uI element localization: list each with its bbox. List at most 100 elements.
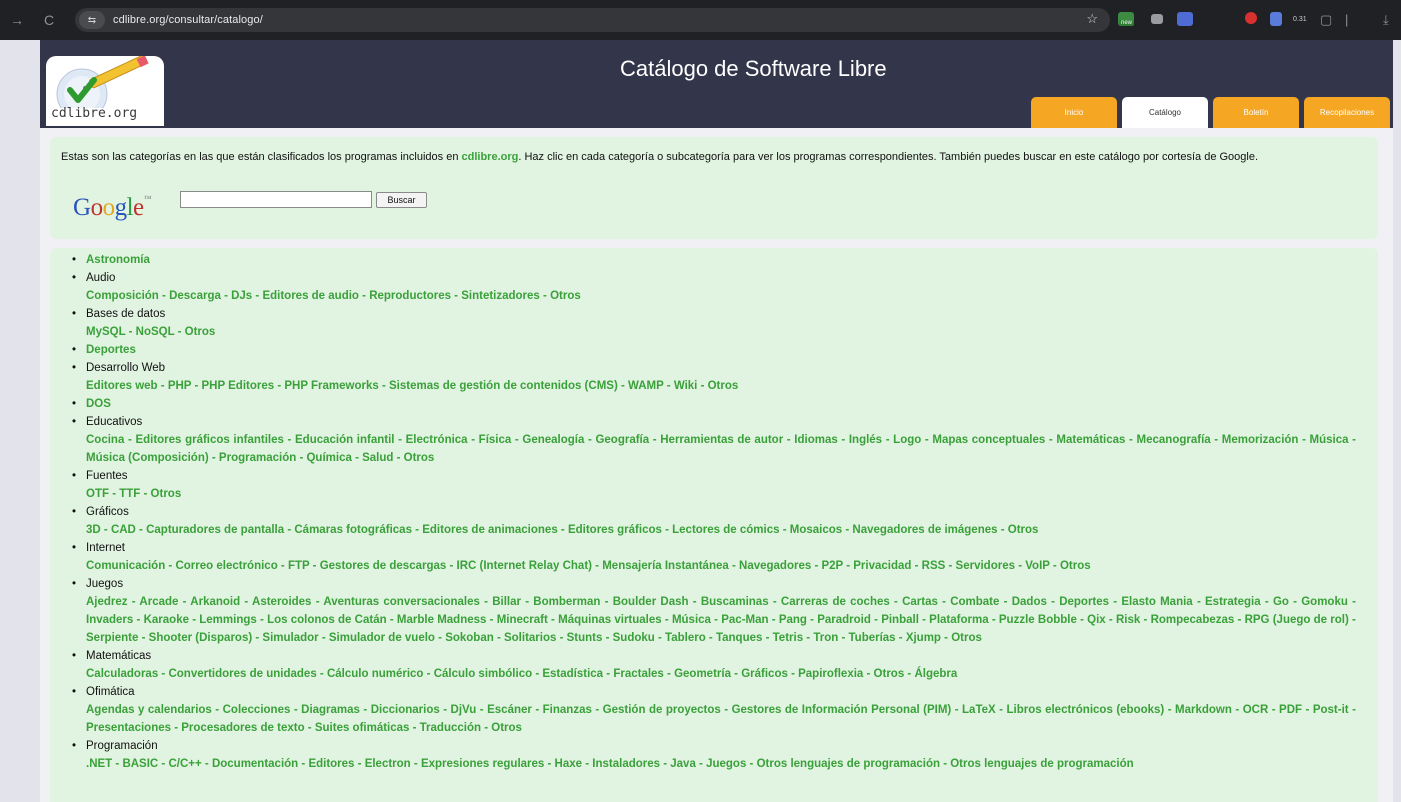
side-panel-icon[interactable]: ▢	[1320, 12, 1332, 28]
subcategory-link[interactable]: WAMP	[628, 380, 664, 392]
subcategory-link[interactable]: Privacidad	[853, 560, 911, 572]
subcategory-link[interactable]: Geometría	[674, 668, 731, 680]
subcategory-link[interactable]: VoIP	[1025, 560, 1050, 572]
subcategory-link[interactable]: 3D	[86, 524, 101, 536]
subcategory-link[interactable]: OCR	[1243, 704, 1269, 716]
subcategory-link[interactable]: Comunicación	[86, 560, 165, 572]
subcategory-link[interactable]: Tablero	[665, 632, 706, 644]
reload-icon[interactable]: C	[38, 12, 60, 28]
subcategory-link[interactable]: Editores gráficos infantiles	[135, 434, 283, 446]
subcategory-link[interactable]: PHP Editores	[202, 380, 275, 392]
subcategory-link[interactable]: Navegadores de imágenes	[852, 524, 997, 536]
subcategory-link[interactable]: Escáner	[487, 704, 532, 716]
subcategory-link[interactable]: RSS	[922, 560, 946, 572]
subcategory-link[interactable]: Otros	[491, 722, 522, 734]
subcategory-link[interactable]: Qix	[1087, 614, 1106, 626]
subcategory-link[interactable]: Elasto Mania	[1121, 596, 1192, 608]
subcategory-link[interactable]: Fractales	[613, 668, 664, 680]
subcategory-link[interactable]: Química	[306, 452, 351, 464]
subcategory-link[interactable]: Shooter (Disparos)	[149, 632, 253, 644]
cdlibre-link[interactable]: cdlibre.org	[462, 151, 519, 163]
subcategory-link[interactable]: Procesadores de texto	[181, 722, 304, 734]
address-bar[interactable]: ⇆ cdlibre.org/consultar/catalogo/ ☆	[75, 8, 1110, 32]
subcategory-link[interactable]: Instaladores	[592, 758, 660, 770]
subcategory-link[interactable]: Pang	[779, 614, 807, 626]
subcategory-link[interactable]: Matemáticas	[1056, 434, 1125, 446]
subcategory-link[interactable]: Música (Composición)	[86, 452, 209, 464]
subcategory-link[interactable]: Otros	[951, 632, 982, 644]
subcategory-link[interactable]: Plataforma	[929, 614, 988, 626]
subcategory-link[interactable]: Java	[670, 758, 696, 770]
forward-icon[interactable]: →	[6, 12, 28, 28]
subcategory-link[interactable]: BASIC	[122, 758, 158, 770]
subcategory-link[interactable]: Otros	[874, 668, 905, 680]
extension-icon-camera[interactable]	[1151, 14, 1163, 24]
subcategory-link[interactable]: .NET	[86, 758, 112, 770]
subcategory-link[interactable]: DjVu	[451, 704, 477, 716]
subcategory-link[interactable]: Electrónica	[406, 434, 468, 446]
subcategory-link[interactable]: Otros	[1008, 524, 1039, 536]
subcategory-link[interactable]: Otros	[1060, 560, 1091, 572]
extension-icon-blue[interactable]	[1177, 12, 1193, 26]
tab-recopilaciones[interactable]: Recopilaciones	[1304, 97, 1390, 128]
subcategory-link[interactable]: Cálculo simbólico	[434, 668, 532, 680]
subcategory-link[interactable]: Álgebra	[914, 668, 957, 680]
subcategory-link[interactable]: Traducción	[420, 722, 481, 734]
subcategory-link[interactable]: Los colonos de Catán	[267, 614, 387, 626]
subcategory-link[interactable]: Editores de audio	[262, 290, 359, 302]
subcategory-link[interactable]: Mosaicos	[790, 524, 842, 536]
subcategory-link[interactable]: Cálculo numérico	[327, 668, 424, 680]
subcategory-link[interactable]: PHP	[168, 380, 191, 392]
subcategory-link[interactable]: Estrategia	[1205, 596, 1261, 608]
subcategory-link[interactable]: Serpiente	[86, 632, 138, 644]
subcategory-link[interactable]: Dados	[1012, 596, 1047, 608]
subcategory-link[interactable]: PDF	[1279, 704, 1302, 716]
subcategory-link[interactable]: Geografía	[595, 434, 649, 446]
subcategory-link[interactable]: Correo electrónico	[175, 560, 277, 572]
subcategory-link[interactable]: LaTeX	[962, 704, 996, 716]
subcategory-link[interactable]: Herramientas de autor	[660, 434, 783, 446]
subcategory-link[interactable]: Inglés	[849, 434, 882, 446]
subcategory-link[interactable]: Finanzas	[543, 704, 592, 716]
subcategory-link[interactable]: Lectores de cómics	[672, 524, 779, 536]
subcategory-link[interactable]: Markdown	[1175, 704, 1232, 716]
category-name[interactable]: Astronomía	[86, 254, 150, 266]
subcategory-link[interactable]: Descarga	[169, 290, 221, 302]
subcategory-link[interactable]: Sistemas de gestión de contenidos (CMS)	[389, 380, 618, 392]
subcategory-link[interactable]: Documentación	[212, 758, 298, 770]
subcategory-link[interactable]: Educación infantil	[295, 434, 394, 446]
tab-boletin[interactable]: Boletín	[1213, 97, 1299, 128]
subcategory-link[interactable]: Mapas conceptuales	[932, 434, 1045, 446]
subcategory-link[interactable]: Libros electrónicos (ebooks)	[1006, 704, 1164, 716]
subcategory-link[interactable]: Genealogía	[522, 434, 584, 446]
subcategory-link[interactable]: PHP Frameworks	[284, 380, 378, 392]
subcategory-link[interactable]: Suites ofimáticas	[315, 722, 410, 734]
category-name[interactable]: DOS	[86, 398, 111, 410]
site-info-icon[interactable]: ⇆	[79, 11, 105, 29]
subcategory-link[interactable]: Carreras de coches	[781, 596, 890, 608]
subcategory-link[interactable]: Mecanografía	[1137, 434, 1211, 446]
subcategory-link[interactable]: Sudoku	[613, 632, 655, 644]
subcategory-link[interactable]: Programación	[219, 452, 296, 464]
subcategory-link[interactable]: Editores web	[86, 380, 158, 392]
subcategory-link[interactable]: Gomoku	[1301, 596, 1348, 608]
subcategory-link[interactable]: Editores gráficos	[568, 524, 662, 536]
subcategory-link[interactable]: Bomberman	[533, 596, 600, 608]
subcategory-link[interactable]: Cocina	[86, 434, 124, 446]
subcategory-link[interactable]: Lemmings	[199, 614, 257, 626]
subcategory-link[interactable]: MySQL	[86, 326, 125, 338]
subcategory-link[interactable]: Música	[672, 614, 711, 626]
subcategory-link[interactable]: P2P	[821, 560, 843, 572]
subcategory-link[interactable]: Sokoban	[445, 632, 494, 644]
subcategory-link[interactable]: FTP	[288, 560, 310, 572]
extension-icon-document[interactable]	[1270, 12, 1282, 26]
subcategory-link[interactable]: Mensajería Instantánea	[602, 560, 729, 572]
subcategory-link[interactable]: Presentaciones	[86, 722, 171, 734]
subcategory-link[interactable]: Go	[1273, 596, 1289, 608]
subcategory-link[interactable]: Expresiones regulares	[421, 758, 544, 770]
subcategory-link[interactable]: Deportes	[1059, 596, 1109, 608]
subcategory-link[interactable]: Papiroflexia	[798, 668, 863, 680]
subcategory-link[interactable]: Gestores de Información Personal (PIM)	[732, 704, 952, 716]
subcategory-link[interactable]: Risk	[1116, 614, 1140, 626]
subcategory-link[interactable]: Rompecabezas	[1151, 614, 1235, 626]
